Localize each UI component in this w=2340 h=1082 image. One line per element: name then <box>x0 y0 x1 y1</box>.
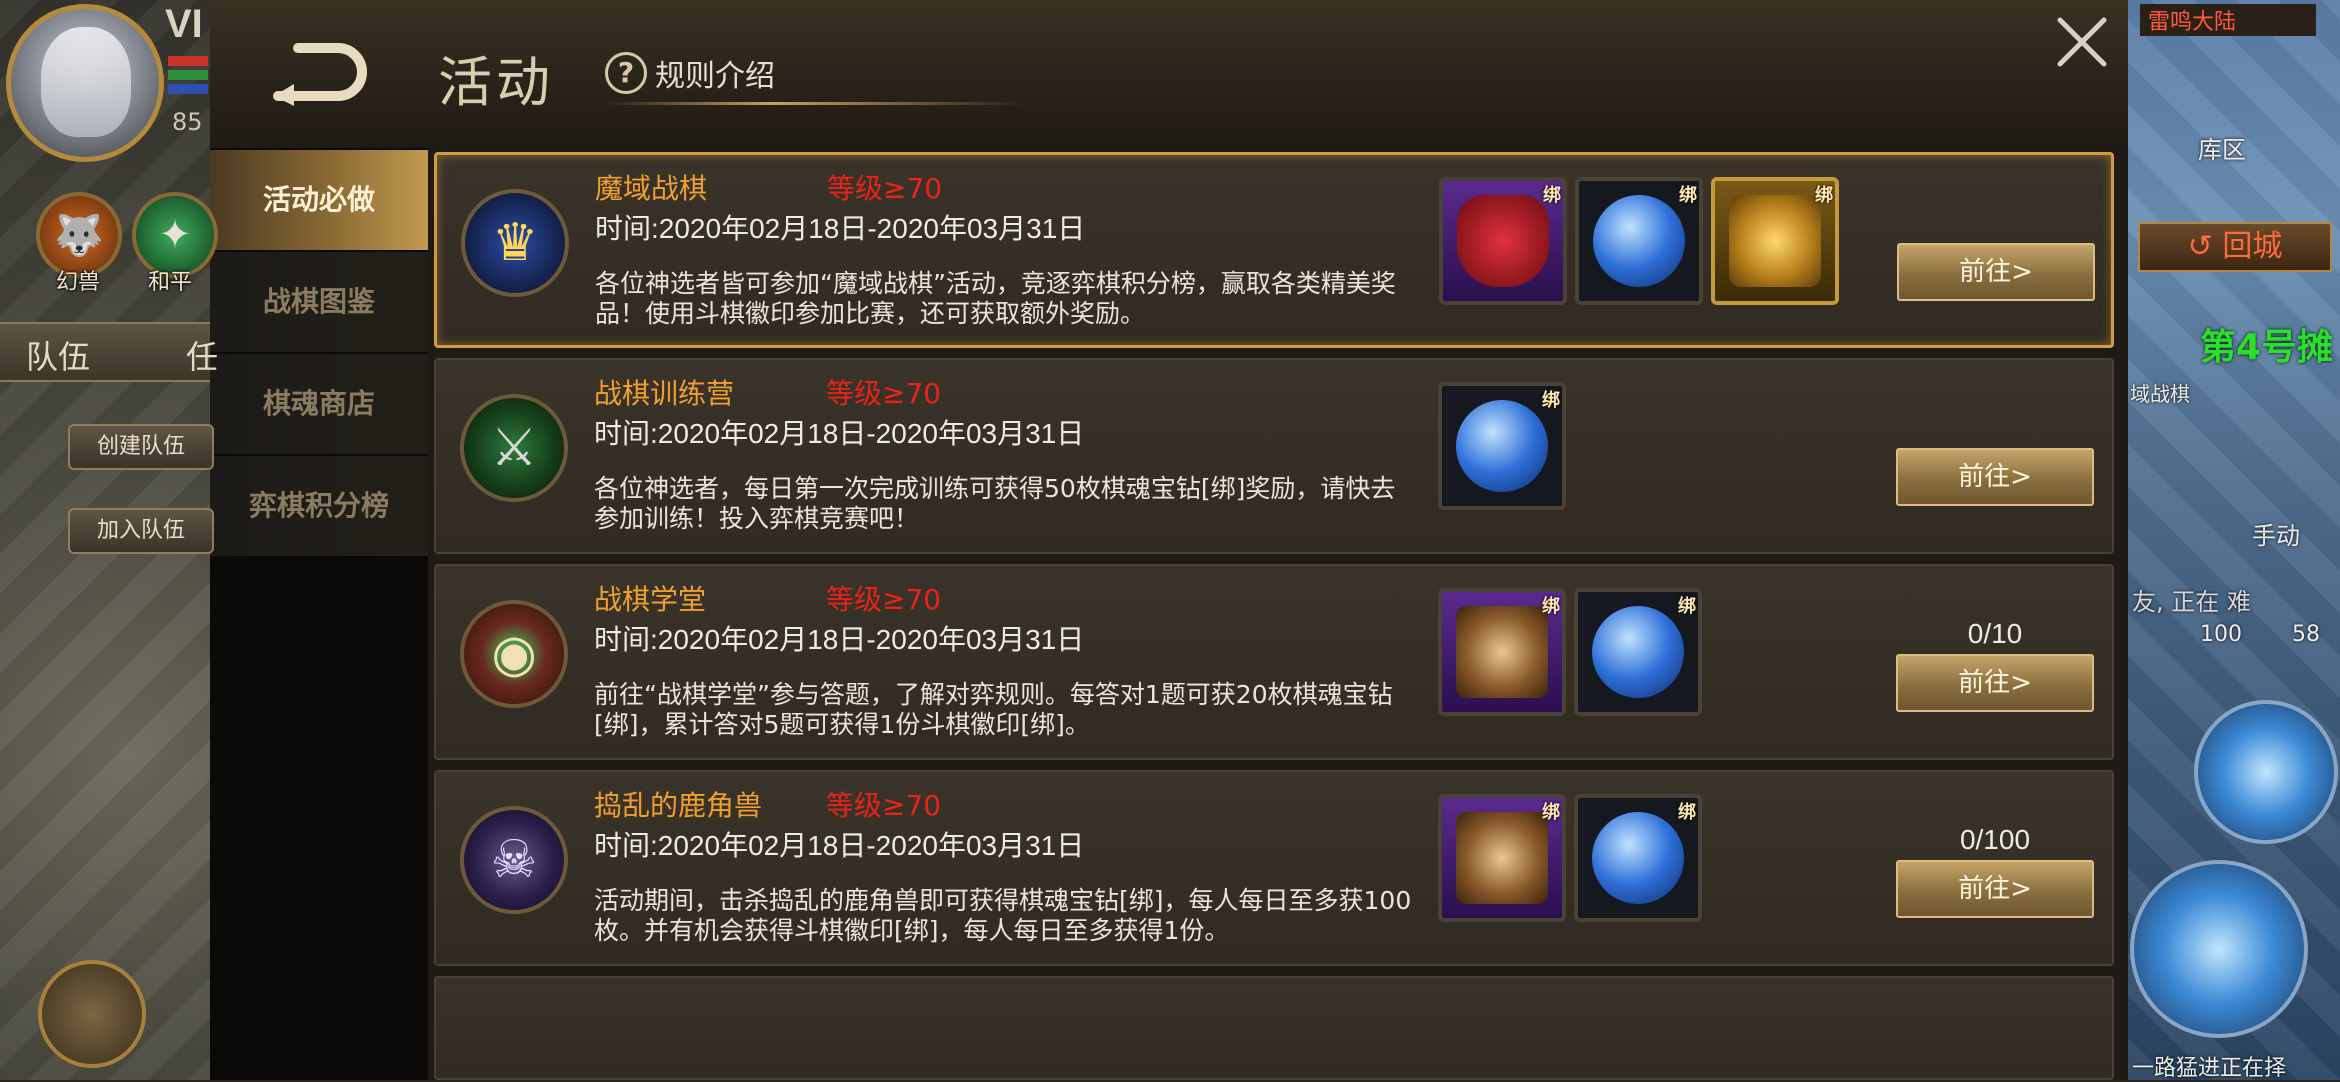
activity-name: 魔域战棋 <box>595 172 708 205</box>
goto-button[interactable]: 前往> <box>1896 860 2094 918</box>
antler-beast-icon: ☠ <box>460 806 568 914</box>
book-orb-icon: ◉ <box>460 600 568 708</box>
blue-gem-icon <box>1456 400 1548 492</box>
level-requirement: 等级≥70 <box>826 583 942 616</box>
activity-description: 各位神选者，每日第一次完成训练可获得50枚棋魂宝钻[绑]奖励，请快去参加训练！投… <box>594 474 1396 533</box>
activity-dialog: 活动 ? 规则介绍 活动必做 战棋图鉴 棋魂商店 弈棋积分榜 ♛ 魔域战棋 等级… <box>210 0 2128 1080</box>
activity-name: 捣乱的鹿角兽 <box>594 789 763 822</box>
reward-slot[interactable]: 绑 <box>1574 794 1702 922</box>
status-text-bottom: 一路猛进正在择 <box>2132 1056 2287 1081</box>
goto-button[interactable]: 前往> <box>1896 654 2094 712</box>
mount-icon[interactable] <box>38 960 146 1068</box>
tab-team[interactable]: 队伍 <box>26 332 90 378</box>
level-requirement: 等级≥70 <box>826 789 942 822</box>
cross-badge-icon <box>1456 606 1548 698</box>
player-avatar[interactable] <box>6 4 164 162</box>
vip-label: VI <box>165 2 203 46</box>
dialog-header: 活动 ? 规则介绍 <box>210 0 2128 150</box>
stall-label: 第4号摊 <box>2200 327 2334 368</box>
reward-slot[interactable]: 绑 <box>1574 588 1702 716</box>
activity-time: 时间:2020年02月18日-2020年03月31日 <box>595 213 1086 244</box>
reward-slot[interactable]: 绑 <box>1439 177 1567 305</box>
create-team-button[interactable]: 创建队伍 <box>68 424 214 470</box>
blue-gem-icon <box>1593 195 1685 287</box>
auto-mode-label[interactable]: 手动 <box>2252 516 2300 551</box>
activity-name: 战棋学堂 <box>594 583 707 616</box>
pet-skill-label: 幻兽 <box>56 270 101 295</box>
level-requirement: 等级≥70 <box>826 377 942 410</box>
activity-time: 时间:2020年02月18日-2020年03月31日 <box>594 624 1085 655</box>
sidebar-item-chess-codex[interactable]: 战棋图鉴 <box>210 252 428 354</box>
player-level: 85 <box>172 108 203 136</box>
cross-badge-icon <box>1456 812 1548 904</box>
knight-helmet-icon: ⚔ <box>460 394 568 502</box>
red-cape-icon <box>1457 195 1549 287</box>
activity-description: 各位神选者皆可参加“魔域战棋”活动，竞逐弈棋积分榜，赢取各类精美奖品！使用斗棋徽… <box>595 269 1396 328</box>
activity-card[interactable]: ◉ 战棋学堂 等级≥70 时间:2020年02月18日-2020年03月31日 … <box>434 564 2114 760</box>
activity-card[interactable]: ♛ 魔域战棋 等级≥70 时间:2020年02月18日-2020年03月31日 … <box>434 152 2114 348</box>
activity-list: ♛ 魔域战棋 等级≥70 时间:2020年02月18日-2020年03月31日 … <box>428 148 2128 1080</box>
item-count-1: 100 <box>2200 622 2242 647</box>
dialog-title: 活动 <box>438 51 554 114</box>
activity-sidebar: 活动必做 战棋图鉴 棋魂商店 弈棋积分榜 <box>210 148 428 1080</box>
bind-badge: 绑 <box>1678 802 1696 823</box>
bind-badge: 绑 <box>1543 185 1561 206</box>
reward-slot[interactable]: 绑 <box>1438 794 1566 922</box>
warehouse-label: 库区 <box>2198 136 2246 164</box>
bind-badge: 绑 <box>1542 596 1560 617</box>
back-arrow-icon[interactable] <box>268 40 368 106</box>
activity-card-partial[interactable] <box>434 976 2114 1080</box>
bind-badge: 绑 <box>1678 596 1696 617</box>
item-count-2: 58 <box>2292 622 2320 647</box>
reward-slot[interactable]: 绑 <box>1711 177 1839 305</box>
sidebar-item-required[interactable]: 活动必做 <box>210 150 428 252</box>
skill-orb-2[interactable] <box>2130 860 2308 1038</box>
progress-count: 0/100 <box>1959 824 2031 855</box>
bind-badge: 绑 <box>1679 185 1697 206</box>
question-icon: ? <box>605 52 647 94</box>
chat-snippet: 友, 正在 难 <box>2132 588 2251 616</box>
reward-slot[interactable]: 绑 <box>1438 382 1566 510</box>
bind-badge: 绑 <box>1542 390 1560 411</box>
activity-name: 战棋训练营 <box>594 377 735 410</box>
gold-chest-icon <box>1729 195 1821 287</box>
goto-button[interactable]: 前往> <box>1897 243 2095 301</box>
rules-underline <box>605 102 1025 105</box>
activity-card[interactable]: ⚔ 战棋训练营 等级≥70 时间:2020年02月18日-2020年03月31日… <box>434 358 2114 554</box>
return-city-label: 回城 <box>2222 229 2283 264</box>
rules-button[interactable]: ? 规则介绍 <box>605 48 775 98</box>
goto-button[interactable]: 前往> <box>1896 448 2094 506</box>
blue-gem-icon <box>1592 812 1684 904</box>
activity-card[interactable]: ☠ 捣乱的鹿角兽 等级≥70 时间:2020年02月18日-2020年03月31… <box>434 770 2114 966</box>
sidebar-item-soul-shop[interactable]: 棋魂商店 <box>210 354 428 456</box>
reward-slot[interactable]: 绑 <box>1438 588 1566 716</box>
tab-task[interactable]: 任 <box>186 332 218 378</box>
rules-label: 规则介绍 <box>655 59 775 94</box>
sidebar-item-leaderboard[interactable]: 弈棋积分榜 <box>210 456 428 558</box>
progress-count: 0/10 <box>1967 618 2023 649</box>
bind-badge: 绑 <box>1815 185 1833 206</box>
bind-badge: 绑 <box>1542 802 1560 823</box>
join-team-button[interactable]: 加入队伍 <box>68 508 214 554</box>
reward-slot[interactable]: 绑 <box>1575 177 1703 305</box>
level-requirement: 等级≥70 <box>827 172 943 205</box>
hp-mp-bars <box>168 56 208 98</box>
blue-gem-icon <box>1592 606 1684 698</box>
return-city-button[interactable]: ↺ 回城 <box>2138 222 2332 272</box>
skill-orb-1[interactable] <box>2194 700 2338 844</box>
chess-sign-label: 域战棋 <box>2130 382 2190 406</box>
activity-description: 活动期间，击杀捣乱的鹿角兽即可获得棋魂宝钻[绑]，每人每日至多获100枚。并有机… <box>594 886 1412 945</box>
team-tab-bar: 队伍 任 <box>0 322 218 382</box>
map-name: 雷鸣大陆 <box>2140 4 2316 36</box>
activity-description: 前往“战棋学堂”参与答题，了解对弈规则。每答对1题可获20枚棋魂宝钻[绑]，累计… <box>594 680 1393 739</box>
crest-icon: ♛ <box>461 189 569 297</box>
close-icon[interactable] <box>2052 12 2112 72</box>
peace-mode-label: 和平 <box>148 270 193 295</box>
activity-time: 时间:2020年02月18日-2020年03月31日 <box>594 418 1085 449</box>
activity-time: 时间:2020年02月18日-2020年03月31日 <box>594 830 1085 861</box>
